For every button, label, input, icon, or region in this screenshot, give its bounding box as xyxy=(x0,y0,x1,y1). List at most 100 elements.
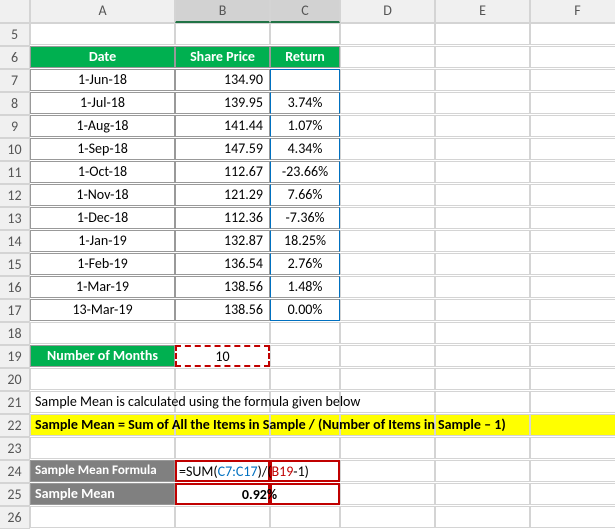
col-header-F[interactable]: F xyxy=(530,0,615,23)
cell-F5[interactable] xyxy=(530,23,615,45)
row-header-17[interactable]: 17 xyxy=(0,299,30,322)
cell-D12[interactable] xyxy=(340,184,435,206)
cell-A12[interactable]: 1-Nov-18 xyxy=(30,184,175,206)
row-header-18[interactable]: 18 xyxy=(0,322,30,345)
cell-E26[interactable] xyxy=(435,506,530,528)
row-header-6[interactable]: 6 xyxy=(0,46,30,69)
cell-D7[interactable] xyxy=(340,69,435,91)
cell-F10[interactable] xyxy=(530,138,615,160)
col-header-E[interactable]: E xyxy=(435,0,530,23)
months-value[interactable]: 10 xyxy=(175,345,270,367)
cell-E7[interactable] xyxy=(435,69,530,91)
cell-D11[interactable] xyxy=(340,161,435,183)
cell-A5[interactable] xyxy=(30,23,175,45)
row-header-23[interactable]: 23 xyxy=(0,437,30,460)
cell-B15[interactable]: 136.54 xyxy=(175,253,270,275)
row-header-20[interactable]: 20 xyxy=(0,368,30,391)
row-header-15[interactable]: 15 xyxy=(0,253,30,276)
cell-A20[interactable] xyxy=(30,368,175,390)
cell-A8[interactable]: 1-Jul-18 xyxy=(30,92,175,114)
cell-B18[interactable] xyxy=(175,322,270,344)
cell-A14[interactable]: 1-Jan-19 xyxy=(30,230,175,252)
cell-B9[interactable]: 141.44 xyxy=(175,115,270,137)
cell-B7[interactable]: 134.90 xyxy=(175,69,270,91)
cell-F17[interactable] xyxy=(530,299,615,321)
cell-D6[interactable] xyxy=(340,46,435,68)
cell-D23[interactable] xyxy=(340,437,435,459)
cell-E20[interactable] xyxy=(435,368,530,390)
col-header-D[interactable]: D xyxy=(340,0,435,23)
cell-D18[interactable] xyxy=(340,322,435,344)
cell-D10[interactable] xyxy=(340,138,435,160)
sm-value[interactable]: 0.92% xyxy=(175,483,270,505)
cell-F23[interactable] xyxy=(530,437,615,459)
cell-F6[interactable] xyxy=(530,46,615,68)
col-header-B[interactable]: B xyxy=(175,0,270,23)
row-header-13[interactable]: 13 xyxy=(0,207,30,230)
cell-F18[interactable] xyxy=(530,322,615,344)
col-header-C[interactable]: C xyxy=(270,0,340,23)
row-header-11[interactable]: 11 xyxy=(0,161,30,184)
cell-D26[interactable] xyxy=(340,506,435,528)
cell-F7[interactable] xyxy=(530,69,615,91)
cell-A23[interactable] xyxy=(30,437,175,459)
row-header-16[interactable]: 16 xyxy=(0,276,30,299)
cell-C10[interactable]: 4.34% xyxy=(270,138,340,160)
cell-F13[interactable] xyxy=(530,207,615,229)
formula-cell[interactable]: =SUM(C7:C17)/(B19-1) xyxy=(175,460,270,482)
cell-B16[interactable]: 138.56 xyxy=(175,276,270,298)
cell-E16[interactable] xyxy=(435,276,530,298)
cell-F22[interactable] xyxy=(530,414,615,436)
cell-F12[interactable] xyxy=(530,184,615,206)
cell-D14[interactable] xyxy=(340,230,435,252)
cell-B17[interactable]: 138.56 xyxy=(175,299,270,321)
cell-A26[interactable] xyxy=(30,506,175,528)
cell-E23[interactable] xyxy=(435,437,530,459)
cell-E8[interactable] xyxy=(435,92,530,114)
row-header-8[interactable]: 8 xyxy=(0,92,30,115)
cell-E10[interactable] xyxy=(435,138,530,160)
cell-D25[interactable] xyxy=(340,483,435,505)
cell-D5[interactable] xyxy=(340,23,435,45)
cell-E19[interactable] xyxy=(435,345,530,367)
cell-A15[interactable]: 1-Feb-19 xyxy=(30,253,175,275)
cell-E13[interactable] xyxy=(435,207,530,229)
cell-E15[interactable] xyxy=(435,253,530,275)
cell-F26[interactable] xyxy=(530,506,615,528)
cell-C17[interactable]: 0.00% xyxy=(270,299,340,321)
row-header-5[interactable]: 5 xyxy=(0,23,30,46)
cell-A9[interactable]: 1-Aug-18 xyxy=(30,115,175,137)
cell-D24[interactable] xyxy=(340,460,435,482)
cell-E24[interactable] xyxy=(435,460,530,482)
cell-D20[interactable] xyxy=(340,368,435,390)
cell-E9[interactable] xyxy=(435,115,530,137)
cell-F8[interactable] xyxy=(530,92,615,114)
cell-C11[interactable]: -23.66% xyxy=(270,161,340,183)
select-all-corner[interactable] xyxy=(0,0,30,23)
cell-A16[interactable]: 1-Mar-19 xyxy=(30,276,175,298)
cell-E21[interactable] xyxy=(435,391,530,413)
cell-E17[interactable] xyxy=(435,299,530,321)
cell-C5[interactable] xyxy=(270,23,340,45)
cell-C15[interactable]: 2.76% xyxy=(270,253,340,275)
cell-C8[interactable]: 3.74% xyxy=(270,92,340,114)
cell-F19[interactable] xyxy=(530,345,615,367)
cell-F25[interactable] xyxy=(530,483,615,505)
cell-C7[interactable] xyxy=(270,69,340,91)
row-header-21[interactable]: 21 xyxy=(0,391,30,414)
row-header-26[interactable]: 26 xyxy=(0,506,30,529)
cell-E14[interactable] xyxy=(435,230,530,252)
cell-F21[interactable] xyxy=(530,391,615,413)
row-header-9[interactable]: 9 xyxy=(0,115,30,138)
cell-D16[interactable] xyxy=(340,276,435,298)
cell-B12[interactable]: 121.29 xyxy=(175,184,270,206)
cell-D19[interactable] xyxy=(340,345,435,367)
cell-B13[interactable]: 112.36 xyxy=(175,207,270,229)
cell-E5[interactable] xyxy=(435,23,530,45)
cell-C14[interactable]: 18.25% xyxy=(270,230,340,252)
cell-C23[interactable] xyxy=(270,437,340,459)
cell-B8[interactable]: 139.95 xyxy=(175,92,270,114)
cell-E12[interactable] xyxy=(435,184,530,206)
cell-C9[interactable]: 1.07% xyxy=(270,115,340,137)
cell-F14[interactable] xyxy=(530,230,615,252)
